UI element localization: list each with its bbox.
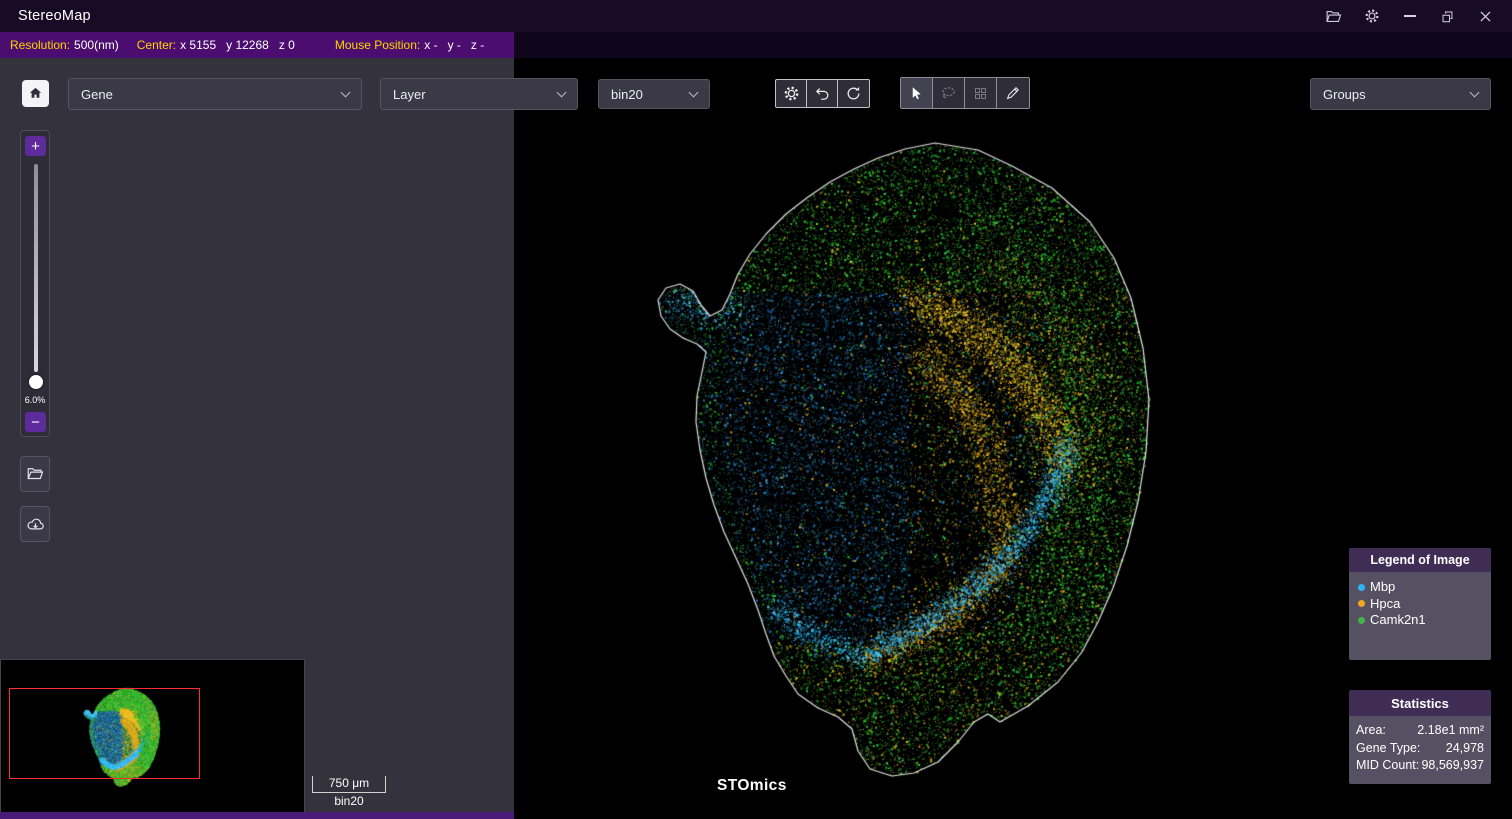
bin-dropdown-value: bin20: [611, 87, 643, 102]
bin-size-dropdown[interactable]: bin20: [598, 79, 710, 109]
chevron-down-icon: [689, 87, 699, 97]
bottom-accent-strip: [0, 812, 514, 819]
zoom-slider-track[interactable]: [34, 164, 38, 372]
stat-gene-type-row: Gene Type: 24,978: [1356, 740, 1484, 758]
mbp-color-dot: [1358, 584, 1365, 591]
chevron-down-icon: [341, 87, 351, 97]
zoom-slider-thumb[interactable]: [29, 375, 43, 389]
cloud-download-icon: [26, 515, 45, 534]
display-settings-button[interactable]: [776, 80, 807, 107]
gear-icon: [783, 85, 800, 102]
groups-dropdown-value: Groups: [1323, 87, 1366, 102]
resolution-label: Resolution:: [10, 38, 70, 52]
groups-dropdown[interactable]: Groups: [1310, 78, 1491, 110]
export-cloud-button[interactable]: [20, 506, 50, 542]
open-project-button[interactable]: [20, 456, 50, 492]
stereomap-window: StereoMap Resolution: 500(nm): [0, 0, 1512, 819]
cursor-arrow-icon: [909, 86, 924, 101]
center-label: Center:: [137, 38, 176, 52]
legend-item-mbp[interactable]: Mbp: [1358, 579, 1482, 596]
rotate-refresh-icon: [845, 85, 862, 102]
lasso-tool-button[interactable]: [933, 78, 965, 108]
stat-label: MID Count:: [1356, 757, 1419, 775]
legend-body: Mbp Hpca Camk2n1: [1349, 572, 1491, 660]
undo-button[interactable]: [807, 80, 838, 107]
window-controls: [1325, 8, 1512, 25]
reset-view-button[interactable]: [838, 80, 869, 107]
selection-tool-group: [900, 77, 1030, 109]
legend-item-label: Camk2n1: [1370, 612, 1426, 629]
stat-value: 24,978: [1446, 740, 1484, 758]
minimize-icon: [1404, 15, 1416, 17]
info-bar: Resolution: 500(nm) Center: x 5155 y 122…: [0, 32, 1512, 58]
stat-label: Area:: [1356, 722, 1386, 740]
legend-title: Legend of Image: [1349, 548, 1491, 572]
legend-item-camk2n1[interactable]: Camk2n1: [1358, 612, 1482, 629]
open-file-icon[interactable]: [1325, 8, 1342, 25]
pen-icon: [1005, 85, 1021, 101]
undo-arrow-icon: [814, 85, 831, 102]
stat-value: 98,569,937: [1421, 757, 1484, 775]
zoom-in-button[interactable]: +: [25, 136, 46, 156]
layer-dropdown-value: Layer: [393, 87, 426, 102]
hpca-color-dot: [1358, 600, 1365, 607]
title-bar: StereoMap: [0, 0, 1512, 32]
legend-item-hpca[interactable]: Hpca: [1358, 596, 1482, 613]
stat-area-row: Area: 2.18e1 mm²: [1356, 722, 1484, 740]
statistics-panel: Statistics Area: 2.18e1 mm² Gene Type: 2…: [1349, 690, 1491, 784]
resolution-value: 500(nm): [74, 38, 119, 52]
scale-bin-label: bin20: [312, 793, 386, 809]
legend-panel: Legend of Image Mbp Hpca Camk2n1: [1349, 548, 1491, 660]
minimize-button[interactable]: [1401, 8, 1418, 25]
minimap-viewport-rect[interactable]: [9, 688, 200, 779]
camk2n1-color-dot: [1358, 617, 1365, 624]
scale-bar: 750 μm bin20: [312, 776, 386, 809]
cell-bin-tool-button[interactable]: [965, 78, 997, 108]
app-title: StereoMap: [18, 8, 91, 24]
settings-gear-icon[interactable]: [1363, 8, 1380, 25]
scale-distance-label: 750 μm: [312, 776, 386, 793]
legend-item-label: Mbp: [1370, 579, 1395, 596]
mouse-position-label: Mouse Position:: [335, 38, 420, 52]
home-button[interactable]: [22, 80, 49, 107]
mouse-position-value: x - y - z -: [424, 38, 484, 52]
close-button[interactable]: [1477, 8, 1494, 25]
gene-dropdown-value: Gene: [81, 87, 113, 102]
statistics-body: Area: 2.18e1 mm² Gene Type: 24,978 MID C…: [1349, 716, 1491, 784]
grid-cells-icon: [973, 86, 988, 101]
gene-dropdown[interactable]: Gene: [68, 78, 362, 110]
home-icon: [27, 85, 44, 102]
coordinates-strip: Resolution: 500(nm) Center: x 5155 y 122…: [0, 32, 514, 58]
folder-open-icon: [26, 465, 44, 483]
view-tool-group: [775, 79, 870, 108]
stat-value: 2.18e1 mm²: [1417, 722, 1484, 740]
restore-button[interactable]: [1439, 8, 1456, 25]
zoom-out-button[interactable]: −: [25, 412, 46, 432]
chevron-down-icon: [557, 87, 567, 97]
zoom-control: + 6.0% −: [20, 130, 50, 437]
stat-mid-count-row: MID Count: 98,569,937: [1356, 757, 1484, 775]
legend-item-label: Hpca: [1370, 596, 1400, 613]
chevron-down-icon: [1470, 87, 1480, 97]
zoom-level-value: 6.0%: [21, 395, 49, 405]
center-value: x 5155 y 12268 z 0: [180, 38, 295, 52]
lasso-icon: [940, 85, 957, 102]
layer-dropdown[interactable]: Layer: [380, 78, 578, 110]
stat-label: Gene Type:: [1356, 740, 1420, 758]
pen-tool-button[interactable]: [997, 78, 1029, 108]
statistics-title: Statistics: [1349, 690, 1491, 716]
pointer-tool-button[interactable]: [901, 78, 933, 108]
stomics-watermark: STOmics: [717, 777, 787, 795]
minimap[interactable]: [0, 659, 305, 819]
